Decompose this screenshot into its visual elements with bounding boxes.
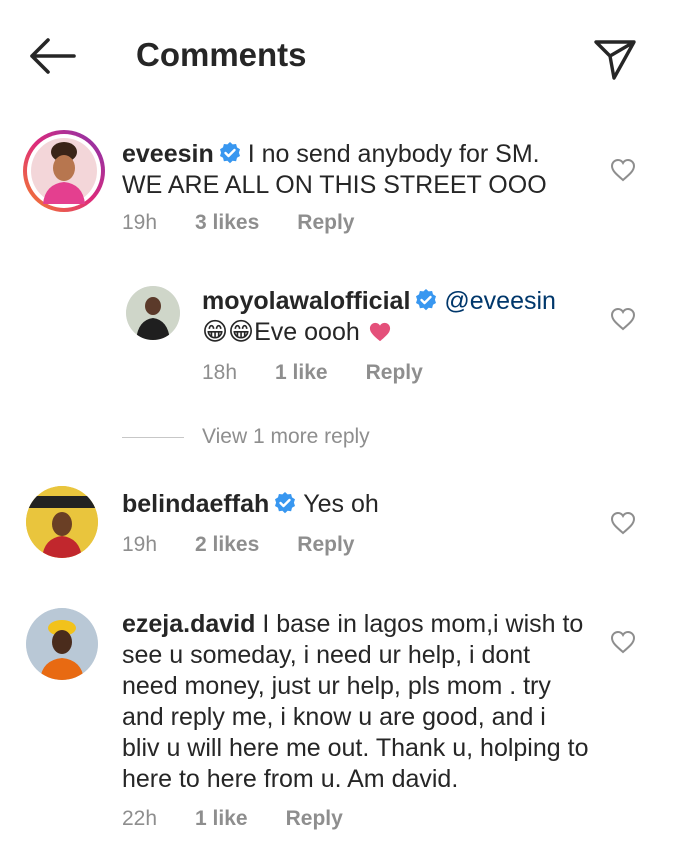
avatar-eveesin[interactable]	[23, 130, 105, 212]
reply-button[interactable]: Reply	[297, 533, 354, 556]
reply-button[interactable]: Reply	[366, 361, 423, 384]
page-title: Comments	[136, 36, 307, 73]
comment-likes[interactable]: 2 likes	[195, 533, 259, 556]
profile-photo	[31, 138, 97, 204]
comment-username[interactable]: belindaeffah	[122, 490, 269, 518]
comment-item: eveesin I no send anybody for SM. WE ARE …	[0, 120, 674, 250]
comment-meta: 19h 3 likes Reply	[122, 211, 392, 235]
comment-text: ezeja.david I base in lagos mom,i wish t…	[122, 609, 590, 795]
avatar-ezeja-david[interactable]	[26, 608, 98, 680]
comment-text: belindaeffah Yes oh	[122, 489, 582, 520]
comment-likes[interactable]: 3 likes	[195, 211, 259, 234]
heart-outline-icon	[610, 511, 636, 535]
comment-item: belindaeffah Yes oh 19h 2 likes Reply	[0, 478, 674, 588]
verified-badge-icon	[219, 142, 240, 164]
reply-item: moyolawalofficial @eveesin 😁😁Eve oooh 18h 1…	[0, 280, 674, 390]
arrow-left-icon	[30, 38, 76, 74]
comment-time: 18h	[202, 361, 238, 384]
like-button[interactable]	[610, 307, 636, 331]
like-button[interactable]	[610, 511, 636, 535]
profile-photo	[26, 608, 98, 680]
heart-outline-icon	[610, 158, 636, 182]
reply-button[interactable]: Reply	[297, 211, 354, 234]
like-button[interactable]	[610, 158, 636, 182]
paper-plane-icon	[594, 40, 636, 80]
comment-item: ezeja.david I base in lagos mom,i wish t…	[0, 600, 674, 840]
comment-time: 19h	[122, 211, 158, 234]
verified-badge-icon	[275, 492, 296, 514]
avatar-belindaeffah[interactable]	[26, 486, 98, 558]
comment-username[interactable]: ezeja.david	[122, 610, 255, 638]
comment-meta: 18h 1 like Reply	[202, 361, 461, 385]
divider-line	[122, 436, 184, 438]
view-more-replies-button[interactable]: View 1 more reply	[122, 424, 370, 450]
avatar-moyolawalofficial[interactable]	[126, 286, 180, 340]
verified-badge-icon	[416, 289, 437, 311]
profile-photo	[126, 286, 180, 340]
comment-text: moyolawalofficial @eveesin 😁😁Eve oooh	[202, 286, 592, 348]
comment-meta: 22h 1 like Reply	[122, 807, 381, 831]
comment-username[interactable]: eveesin	[122, 140, 214, 168]
comment-username[interactable]: moyolawalofficial	[202, 287, 410, 315]
heart-outline-icon	[610, 307, 636, 331]
comment-text: eveesin I no send anybody for SM. WE ARE …	[122, 139, 582, 201]
heart-outline-icon	[610, 630, 636, 654]
view-more-replies-label: View 1 more reply	[202, 425, 370, 448]
comment-likes[interactable]: 1 like	[195, 807, 248, 830]
back-button[interactable]	[26, 34, 78, 78]
reply-button[interactable]: Reply	[286, 807, 343, 830]
mention-link[interactable]: @eveesin	[444, 287, 556, 315]
comment-likes[interactable]: 1 like	[275, 361, 328, 384]
comment-time: 22h	[122, 807, 158, 830]
profile-photo	[26, 486, 98, 558]
like-button[interactable]	[610, 630, 636, 654]
comment-time: 19h	[122, 533, 158, 556]
comment-body: 😁😁Eve oooh	[202, 318, 360, 346]
heart-emoji-icon	[369, 322, 390, 342]
comment-body: Yes oh	[303, 490, 379, 518]
share-button[interactable]	[590, 34, 638, 82]
header-bar: Comments	[0, 0, 674, 112]
comment-meta: 19h 2 likes Reply	[122, 533, 392, 557]
